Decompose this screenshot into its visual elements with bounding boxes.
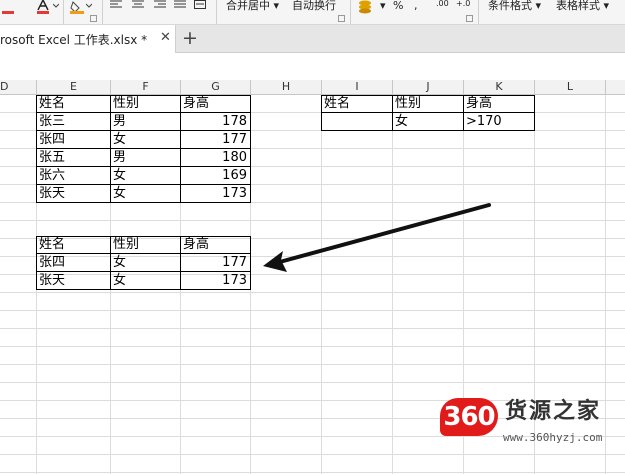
watermark-brand: 货源之家	[505, 398, 602, 424]
watermark-url: www.360hyzj.com	[503, 431, 603, 444]
watermark-logo: 360	[440, 398, 498, 436]
